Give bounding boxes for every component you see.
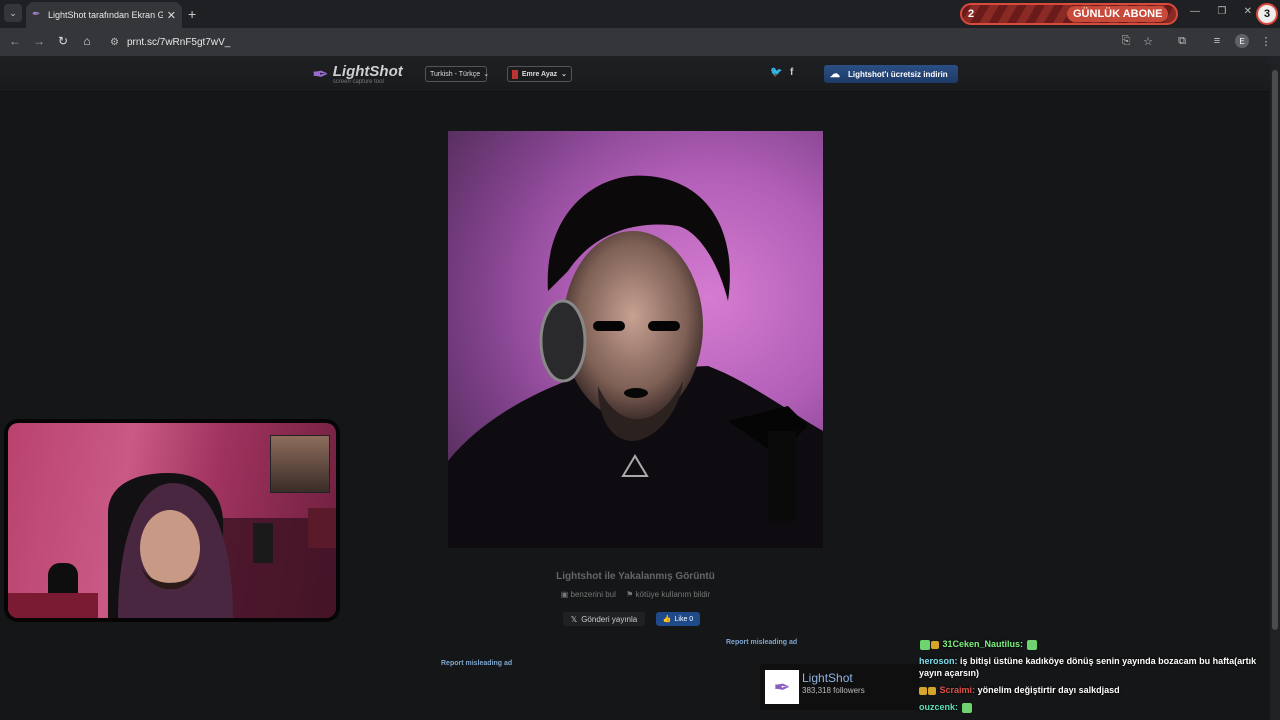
emote-icon: [920, 639, 930, 650]
maximize-button[interactable]: ❐: [1217, 6, 1226, 17]
find-similar-label: benzerini bul: [570, 590, 616, 599]
download-button[interactable]: ☁ Lightshot'ı ücretsiz indirin: [824, 65, 958, 83]
user-name: Emre Ayaz: [521, 70, 558, 78]
lightshot-feather-icon: ✒: [32, 9, 41, 20]
emote-icon: [1026, 639, 1037, 650]
subscriber-goal-banner: 2 GÜNLÜK ABONE: [960, 3, 1178, 25]
chat-username: Scraimi:: [939, 685, 976, 695]
chat-message: heroson: iş bitişi üstüne kadıköye dönüş…: [919, 655, 1269, 679]
active-tab[interactable]: ✒ LightShot tarafından Ekran Görüntüsü ✕: [26, 2, 182, 28]
lightshot-avatar: ✒: [765, 670, 799, 704]
feather-icon: ✒: [312, 64, 329, 86]
chat-username: heroson:: [919, 656, 958, 666]
url-text: prnt.sc/7wRnF5gt7wV_: [126, 36, 231, 48]
tab-bar: ⌄ ✒ LightShot tarafından Ekran Görüntüsü…: [0, 0, 1280, 28]
user-icon: [512, 69, 518, 79]
site-header: ✒ LightShot screen capture tool Turkish …: [0, 56, 1270, 92]
address-bar[interactable]: ⚙ prnt.sc/7wRnF5gt7wV_: [104, 31, 1168, 53]
browser-toolbar: ← → ↻ ⌂ ⚙ prnt.sc/7wRnF5gt7wV_ ⎘ ☆ ⧉ ≡ E…: [0, 28, 1280, 56]
chat-message: ouzcenk:: [919, 701, 1269, 713]
chat-message: 31Ceken_Nautilus:: [919, 638, 1269, 650]
facebook-like-button[interactable]: 👍 Like 0: [656, 612, 700, 626]
twitter-icon[interactable]: 🐦: [770, 67, 782, 78]
new-tab-button[interactable]: +: [188, 6, 196, 22]
chevron-down-icon: ⌄: [483, 71, 490, 78]
camera-icon: ▣: [560, 590, 569, 599]
forward-arrow-icon[interactable]: →: [31, 34, 47, 48]
flag-icon: ⚑: [626, 590, 634, 599]
tweet-button[interactable]: 𝕏 Gönderi yayınla: [563, 612, 645, 626]
webcam-feed: [8, 423, 336, 618]
close-window-button[interactable]: ✕: [1244, 6, 1252, 17]
reload-icon[interactable]: ↻: [55, 34, 71, 48]
chevron-down-icon: ⌄: [561, 71, 567, 78]
logo-name: LightShot: [332, 62, 403, 80]
webcam-overlay: [4, 419, 340, 622]
sub-current-count: 2: [967, 8, 975, 20]
report-abuse-label: kötüye kullanım bildir: [635, 590, 711, 599]
badge-icon: [931, 640, 939, 649]
find-similar-link[interactable]: ▣ benzerini bul: [561, 590, 616, 599]
close-tab-icon[interactable]: ✕: [167, 9, 176, 22]
sub-goal-label: GÜNLÜK ABONE: [1067, 6, 1169, 22]
site-settings-icon[interactable]: ⚙: [110, 37, 119, 48]
badge-icon: [928, 686, 936, 695]
profile-avatar[interactable]: E: [1235, 34, 1249, 48]
user-menu[interactable]: Emre Ayaz ⌄: [507, 66, 572, 82]
chat-username: ouzcenk:: [919, 702, 959, 712]
menu-kebab-icon[interactable]: ⋮: [1259, 35, 1273, 48]
lightshot-logo[interactable]: ✒ LightShot screen capture tool: [312, 62, 403, 87]
download-label: Lightshot'ı ücretsiz indirin: [848, 69, 948, 79]
emote-icon: [961, 702, 972, 713]
sub-goal-count: 3: [1256, 3, 1278, 25]
tab-list-button[interactable]: ⌄: [4, 4, 22, 22]
lightshot-page-widget[interactable]: ✒ LightShot 383,318 followers: [760, 664, 920, 710]
reading-list-icon[interactable]: ≡: [1210, 35, 1224, 47]
language-label: Turkish - Türkçe: [430, 70, 481, 78]
report-ad-link-2[interactable]: Report misleading ad: [441, 660, 512, 667]
install-app-icon[interactable]: ⎘: [1119, 35, 1133, 48]
x-logo-icon: 𝕏: [570, 614, 578, 624]
widget-followers: 383,318 followers: [802, 686, 865, 695]
tab-title: LightShot tarafından Ekran Görüntüsü: [48, 10, 163, 20]
bookmark-star-icon[interactable]: ☆: [1141, 35, 1155, 48]
widget-name: LightShot: [802, 671, 853, 685]
game-camera-preview: [270, 435, 330, 493]
plus-icon: +: [188, 6, 197, 22]
stream-chat: 31Ceken_Nautilus: heroson: iş bitişi üst…: [919, 638, 1269, 718]
extensions-icon[interactable]: ⧉: [1175, 35, 1189, 48]
screenshot-actions: ▣ benzerini bul ⚑ kötüye kullanım bildir: [448, 590, 823, 599]
chat-message: Scraimi: yönelim değiştirtir dayı salkdj…: [919, 684, 1269, 696]
chat-text: iş bitişi üstüne kadıköye dönüş senin ya…: [919, 656, 1257, 678]
screenshot-caption: Lightshot ile Yakalanmış Görüntü: [556, 571, 715, 582]
tweet-label: Gönderi yayınla: [581, 614, 638, 624]
chat-username: 31Ceken_Nautilus:: [942, 639, 1024, 649]
screenshot-photo: [448, 175, 823, 548]
facebook-icon[interactable]: f: [790, 67, 793, 78]
report-ad-link[interactable]: Report misleading ad: [726, 639, 797, 646]
thumbs-up-icon: 👍: [662, 616, 672, 623]
crown-badge-icon: [919, 686, 927, 695]
window-controls: — ❐ ✕: [1190, 6, 1252, 17]
home-icon[interactable]: ⌂: [79, 34, 95, 48]
scrollbar-thumb[interactable]: [1272, 70, 1278, 630]
chevron-down-icon: ⌄: [9, 7, 17, 18]
minimize-button[interactable]: —: [1190, 6, 1200, 17]
download-cloud-icon: ☁: [830, 68, 840, 80]
screenshot-image: [448, 131, 823, 548]
chat-text: yönelim değiştirtir dayı salkdjasd: [977, 685, 1120, 695]
language-select[interactable]: Turkish - Türkçe ⌄: [425, 66, 490, 82]
like-label: Like 0: [674, 615, 694, 623]
report-abuse-link[interactable]: ⚑ kötüye kullanım bildir: [626, 590, 710, 599]
back-arrow-icon[interactable]: ←: [7, 34, 23, 48]
